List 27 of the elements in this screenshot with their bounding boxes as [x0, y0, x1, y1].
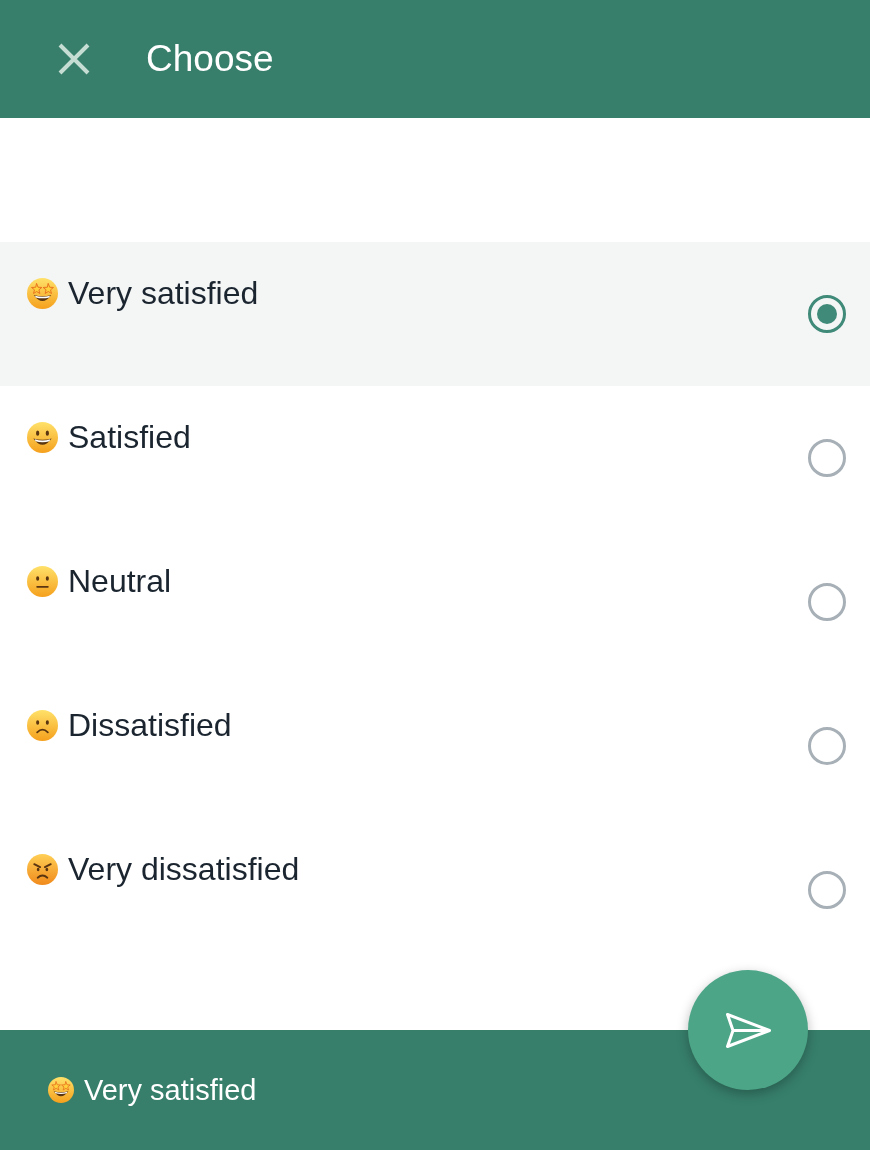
radio-button[interactable]	[808, 295, 846, 333]
send-button[interactable]	[688, 970, 808, 1090]
option-label: Dissatisfied	[68, 707, 232, 743]
option-row[interactable]: Dissatisfied	[0, 674, 870, 818]
dialog-title: Choose	[146, 37, 274, 81]
grinning-face-icon	[27, 421, 58, 453]
star-eyes-face-icon	[27, 277, 58, 309]
option-row[interactable]: Satisfied	[0, 386, 870, 530]
option-label: Very satisfied	[68, 275, 259, 311]
option-label: Satisfied	[68, 419, 191, 455]
option-label: Very dissatisfied	[68, 851, 300, 887]
radio-button[interactable]	[808, 583, 846, 621]
close-icon	[58, 43, 90, 75]
send-icon	[724, 1011, 772, 1049]
angry-face-icon	[27, 853, 58, 885]
selected-option-text: Very satisfied	[84, 1073, 257, 1107]
neutral-face-icon	[27, 565, 58, 597]
star-eyes-face-icon	[48, 1077, 74, 1103]
option-row[interactable]: Very dissatisfied	[0, 818, 870, 962]
option-label: Neutral	[68, 563, 172, 599]
radio-button[interactable]	[808, 871, 846, 909]
option-row[interactable]: Neutral	[0, 530, 870, 674]
radio-button[interactable]	[808, 439, 846, 477]
close-button[interactable]	[58, 43, 90, 75]
frowning-face-icon	[27, 709, 58, 741]
option-row[interactable]: Very satisfied	[0, 242, 870, 386]
radio-button[interactable]	[808, 727, 846, 765]
